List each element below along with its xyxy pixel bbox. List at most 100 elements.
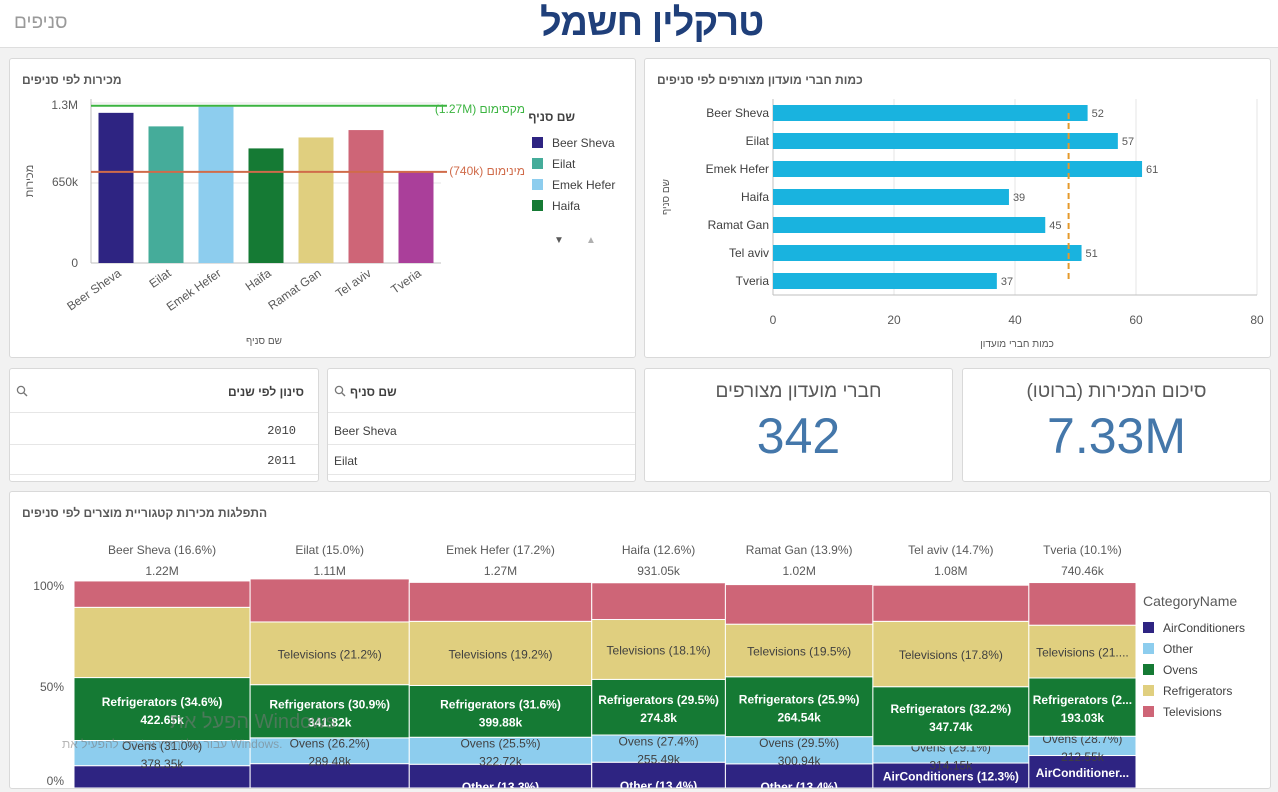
search-icon[interactable] [16, 385, 28, 397]
mekko-legend-item[interactable]: Televisions [1163, 705, 1222, 719]
sales-bar-emek-hefer[interactable] [198, 106, 234, 263]
members-by-branch-panel[interactable]: כמות חברי מועדון מצורפים לפי סניפים שם ס… [644, 58, 1271, 358]
members-bar-value-label: 52 [1092, 108, 1104, 120]
members-bar-value-label: 45 [1049, 220, 1061, 232]
members-y-tick-label: Ramat Gan [708, 218, 769, 232]
legend-scroll-down-icon[interactable]: ▼ [554, 235, 564, 246]
mekko-segment-label: Refrigerators (2... [1033, 693, 1132, 707]
members-kpi[interactable]: חברי מועדון מצורפים 342 [644, 368, 953, 482]
members-bar-value-label: 57 [1122, 136, 1134, 148]
sales-by-branch-panel[interactable]: מכירות לפי סניפים מכירות 1.3M 650k 0 (1.… [9, 58, 636, 358]
mekko-legend-item[interactable]: Ovens [1163, 663, 1198, 677]
mekko-segment-label: Ovens (29.5%) [759, 736, 839, 750]
mekko-segment-televisions[interactable] [1028, 582, 1137, 626]
mekko-segment-value: Other (13.4%) [760, 780, 837, 789]
members-bar-tel-aviv[interactable] [773, 245, 1082, 261]
mekko-legend-swatch [1143, 643, 1154, 654]
mekko-segment-value: 274.8k [640, 711, 677, 725]
branch-option-beer-sheva[interactable]: Beer Sheva [328, 415, 635, 445]
mekko-segment-televisions[interactable] [249, 578, 410, 623]
year-option-2011[interactable]: 2011 [10, 445, 318, 475]
sales-x-tick-label: Tveria [388, 266, 424, 297]
sales-legend-swatch [532, 200, 543, 211]
mekko-segment-televisions[interactable] [408, 581, 593, 622]
sales-y-axis-label: מכירות [24, 165, 36, 198]
mekko-column-total: 1.27M [484, 564, 517, 578]
year-filter-listbox[interactable]: סינון לפי שנים 2010 2011 [9, 368, 319, 482]
sales-y-tick-top: 1.3M [51, 98, 78, 112]
search-icon[interactable] [334, 385, 346, 397]
mekko-column-total: 1.02M [782, 564, 815, 578]
mekko-column-total: 1.08M [934, 564, 967, 578]
sales-x-tick-label: Beer Sheva [64, 266, 124, 314]
members-y-tick-label: Beer Sheva [706, 106, 769, 120]
mekko-segment-label: Televisions (21.2%) [278, 647, 382, 661]
branch-filter-header: שם סניף [328, 369, 635, 413]
mekko-column-total: 740.46k [1061, 564, 1105, 578]
mekko-column-total: 1.22M [145, 564, 178, 578]
mekko-y-tick-50: 50% [40, 680, 64, 694]
sales-bar-eilat[interactable] [148, 126, 184, 263]
sales-kpi[interactable]: סיכום המכירות (ברוטו) 7.33M [962, 368, 1271, 482]
sales-y-tick-mid: 650k [52, 175, 79, 189]
sales-y-tick-zero: 0 [71, 256, 78, 270]
sales-bar-tveria[interactable] [398, 171, 434, 263]
members-x-tick-label: 60 [1129, 313, 1143, 327]
mekko-legend-item[interactable]: Refrigerators [1163, 684, 1232, 698]
year-option-2010[interactable]: 2010 [10, 415, 318, 445]
sales-legend-item[interactable]: Eilat [552, 157, 576, 171]
mekko-segment-value: Other (13.3%) [462, 780, 539, 789]
members-x-tick-label: 80 [1250, 313, 1264, 327]
mekko-segment-value: 193.03k [1061, 711, 1105, 725]
members-kpi-value: 342 [756, 408, 841, 464]
mekko-column-header: Beer Sheva (16.6%) [108, 543, 216, 557]
mekko-segment-label: Televisions (17.8%) [899, 648, 1003, 662]
sales-bar-haifa[interactable] [248, 148, 284, 263]
app-header: סניפים טרקלין חשמל [0, 0, 1278, 48]
members-bar-eilat[interactable] [773, 133, 1118, 149]
sales-bar-beer-sheva[interactable] [98, 112, 134, 263]
brand-logo: טרקלין חשמל [540, 2, 764, 44]
mekko-segment-televisions[interactable] [73, 580, 251, 608]
sales-legend-swatch [532, 158, 543, 169]
sales-legend-item[interactable]: Beer Sheva [552, 136, 615, 150]
members-x-axis-label: כמות חברי מועדון [980, 339, 1054, 350]
mekko-segment-televisions[interactable] [591, 582, 726, 621]
year-filter-title: סינון לפי שנים [227, 385, 304, 399]
mekko-segment-televisions[interactable] [724, 584, 874, 625]
members-bar-value-label: 61 [1146, 164, 1158, 176]
mekko-segment-value: 378.35k [141, 757, 185, 771]
legend-scroll-up-icon[interactable]: ▲ [586, 235, 596, 246]
members-bar-value-label: 39 [1013, 192, 1025, 204]
mekko-segment-televisions[interactable] [872, 584, 1030, 622]
members-x-tick-label: 0 [770, 313, 777, 327]
branch-option-label: Beer Sheva [334, 424, 397, 438]
mekko-segment-refrigerators[interactable] [73, 606, 251, 679]
sales-bar-tel-aviv[interactable] [348, 130, 384, 263]
sales-legend-title: שם סניף [528, 110, 575, 124]
mekko-legend-title: CategoryName [1143, 593, 1237, 609]
mekko-segment-value: 347.74k [929, 720, 973, 734]
mekko-segment-label: Ovens (27.4%) [619, 735, 699, 749]
members-bar-tveria[interactable] [773, 273, 997, 289]
mekko-segment-value: 212.55k [1061, 750, 1105, 764]
sales-legend-item[interactable]: Emek Hefer [552, 178, 615, 192]
branch-option-eilat[interactable]: Eilat [328, 445, 635, 475]
sales-x-tick-label: Ramat Gan [265, 266, 323, 313]
mekko-column-header: Haifa (12.6%) [622, 543, 695, 557]
mekko-segment-label: Ovens (25.5%) [460, 737, 540, 751]
sales-bar-ramat-gan[interactable] [298, 137, 334, 263]
year-option-label: 2010 [267, 424, 296, 438]
mekko-legend-item[interactable]: AirConditioners [1163, 621, 1245, 635]
sales-legend-item[interactable]: Haifa [552, 199, 580, 213]
members-x-tick-label: 40 [1008, 313, 1022, 327]
members-bar-haifa[interactable] [773, 189, 1009, 205]
mekko-column-total: 931.05k [637, 564, 681, 578]
members-bar-ramat-gan[interactable] [773, 217, 1046, 233]
members-bar-beer-sheva[interactable] [773, 105, 1088, 121]
members-bar-emek-hefer[interactable] [773, 161, 1143, 177]
branch-filter-listbox[interactable]: שם סניף Beer Sheva Eilat [327, 368, 636, 482]
sheet-title[interactable]: סניפים [14, 12, 67, 34]
mekko-legend-item[interactable]: Other [1163, 642, 1193, 656]
members-bar-value-label: 37 [1001, 276, 1013, 288]
